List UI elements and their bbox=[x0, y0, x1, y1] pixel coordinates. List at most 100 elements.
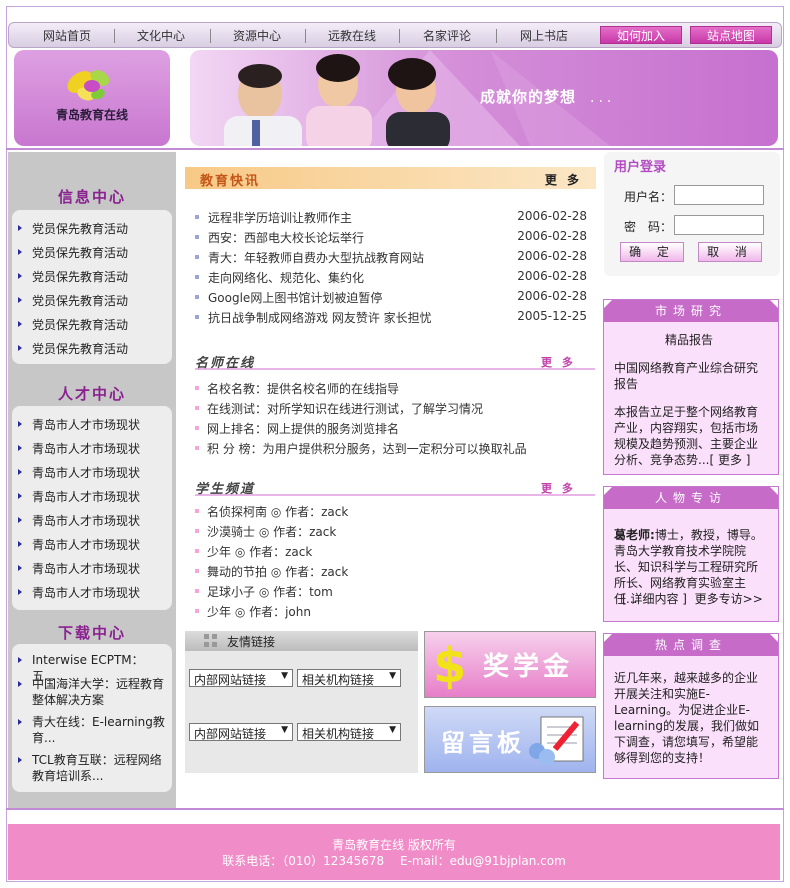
username-label: 用户名： bbox=[624, 190, 673, 204]
password-input[interactable] bbox=[674, 215, 764, 235]
list-item[interactable]: 党员保先教育活动 bbox=[17, 220, 128, 237]
list-item[interactable]: 青岛市人才市场现状 bbox=[17, 464, 140, 481]
info-center-list: 党员保先教育活动 党员保先教育活动 党员保先教育活动 党员保先教育活动 党员保先… bbox=[12, 210, 172, 364]
list-item[interactable]: 少年 ◎ 作者：john bbox=[195, 603, 311, 620]
divider bbox=[6, 808, 784, 810]
list-item[interactable]: 沙漠骑士 ◎ 作者：zack bbox=[195, 523, 336, 540]
list-item[interactable]: 舞动的节拍 ◎ 作者：zack bbox=[195, 563, 348, 580]
join-button[interactable]: 如何加入 bbox=[600, 26, 682, 44]
login-panel: 用户登录 用户名： 密 码： 确 定 取 消 bbox=[604, 152, 780, 276]
list-item[interactable]: 党员保先教育活动 bbox=[17, 244, 128, 261]
download-center-list: Interwise ECPTM：五... 中国海洋大学：远程教育整体解决方案 青… bbox=[12, 644, 172, 792]
market-body: 本报告立足于整个网络教育产业，内容翔实，包括市场规模及趋势预测、主要企业分析、竞… bbox=[614, 405, 759, 467]
list-item[interactable]: 党员保先教育活动 bbox=[17, 268, 128, 285]
related-links-select[interactable]: 相关机构链接 bbox=[297, 669, 401, 687]
grid-dots-icon bbox=[204, 634, 217, 647]
list-item[interactable]: 青岛市人才市场现状 bbox=[17, 440, 140, 457]
interview-links: [ 详细内容 ] 更多专访>> bbox=[614, 591, 764, 607]
news-title: 教育快讯 bbox=[200, 174, 261, 189]
login-confirm-button[interactable]: 确 定 bbox=[620, 242, 684, 262]
market-report-title[interactable]: 中国网络教育产业综合研究报告 bbox=[614, 360, 764, 392]
list-item[interactable]: 青岛市人才市场现状 bbox=[17, 488, 140, 505]
sitemap-button[interactable]: 站点地图 bbox=[690, 26, 772, 44]
info-center-title: 信息中心 bbox=[57, 188, 126, 206]
list-item[interactable]: 网上排名：网上提供的服务浏览排名 bbox=[195, 420, 399, 437]
nav-reviews[interactable]: 名家评论 bbox=[423, 27, 471, 44]
nav-culture[interactable]: 文化中心 bbox=[137, 27, 185, 44]
list-item[interactable]: 积 分 榜：为用户提供积分服务，达到一定积分可以换取礼品 bbox=[195, 440, 527, 457]
download-center-title: 下载中心 bbox=[57, 624, 126, 642]
nav-divider bbox=[399, 29, 400, 43]
footer: 青岛教育在线 版权所有 联系电话：（010）12345678 E-mail：ed… bbox=[8, 824, 780, 880]
market-more-link[interactable]: [ 更多 ] bbox=[709, 453, 750, 467]
dollar-icon: $ bbox=[433, 638, 466, 692]
list-item[interactable]: 党员保先教育活动 bbox=[17, 292, 128, 309]
list-item[interactable]: 青岛市人才市场现状 bbox=[17, 416, 140, 433]
logo-panel[interactable]: 青岛教育在线 bbox=[14, 50, 170, 146]
friend-links-title: 友情链接 bbox=[227, 635, 276, 649]
list-item[interactable]: 在线测试：对所学知识在线进行测试，了解学习情况 bbox=[195, 400, 483, 417]
market-subtitle: 精品报告 bbox=[664, 333, 713, 347]
footer-contact: 联系电话：（010）12345678 E-mail：edu@91bjplan.c… bbox=[222, 854, 566, 868]
list-item[interactable]: 足球小子 ◎ 作者：tom bbox=[195, 583, 333, 600]
banner-slogan: 成就你的梦想 bbox=[480, 88, 577, 106]
username-input[interactable] bbox=[674, 185, 764, 205]
market-research-title: 市场研究 bbox=[604, 300, 778, 322]
friend-links-panel: 友情链接 内部网站链接 相关机构链接 内部网站链接 相关机构链接 bbox=[185, 631, 418, 773]
list-item[interactable]: 党员保先教育活动 bbox=[17, 316, 128, 333]
internal-links-select[interactable]: 内部网站链接 bbox=[189, 669, 293, 687]
list-item[interactable]: 青岛市人才市场现状 bbox=[17, 560, 140, 577]
butterfly-logo-icon bbox=[67, 70, 110, 101]
notepad-pen-icon bbox=[529, 716, 584, 765]
teachers-title: 名师在线 bbox=[195, 356, 256, 371]
students-header: 学生频道 更 多 bbox=[195, 478, 595, 497]
list-item[interactable]: 青岛市人才市场现状 bbox=[17, 536, 140, 553]
login-title: 用户登录 bbox=[614, 160, 667, 175]
friend-links-header: 友情链接 bbox=[185, 631, 418, 651]
nav-divider bbox=[114, 29, 115, 43]
list-item[interactable]: 青大在线：E-learning教育... bbox=[18, 714, 166, 746]
list-item[interactable]: 党员保先教育活动 bbox=[17, 340, 128, 357]
list-item[interactable]: 少年 ◎ 作者：zack bbox=[195, 543, 312, 560]
password-label: 密 码： bbox=[624, 220, 673, 234]
svg-text:$: $ bbox=[433, 638, 466, 692]
survey-box: 热点调查 近几年来，越来越多的企业开展关注和实施E-Learning。为促进企业… bbox=[603, 633, 779, 779]
news-header: 教育快讯 更 多 bbox=[185, 167, 596, 189]
logo-text: 青岛教育在线 bbox=[55, 108, 128, 122]
internal-links-select[interactable]: 内部网站链接 bbox=[189, 723, 293, 741]
survey-title: 热点调查 bbox=[604, 634, 778, 656]
list-item[interactable]: 中国海洋大学：远程教育整体解决方案 bbox=[18, 676, 166, 708]
scholarship-banner[interactable]: $ 奖学金 bbox=[424, 631, 596, 698]
login-cancel-button[interactable]: 取 消 bbox=[698, 242, 762, 262]
guestbook-banner[interactable]: 留言板 bbox=[424, 706, 596, 773]
interview-box: 人物专访 葛老师:博士，教授，博导。青岛大学教育技术学院院长、知识科学与工程研究… bbox=[603, 486, 779, 622]
teachers-header: 名师在线 更 多 bbox=[195, 352, 595, 371]
left-sidebar: 信息中心 党员保先教育活动 党员保先教育活动 党员保先教育活动 党员保先教育活动… bbox=[8, 152, 176, 808]
nav-resources[interactable]: 资源中心 bbox=[233, 27, 281, 44]
list-item[interactable]: TCL教育互联：远程网络教育培训系... bbox=[18, 752, 166, 784]
related-links-select[interactable]: 相关机构链接 bbox=[297, 723, 401, 741]
list-item[interactable]: 名侦探柯南 ◎ 作者：zack bbox=[195, 503, 348, 520]
list-item[interactable]: 青岛市人才市场现状 bbox=[17, 512, 140, 529]
list-item[interactable]: 名校名教：提供名校名师的在线指导 bbox=[195, 380, 399, 397]
scholarship-text: 奖学金 bbox=[483, 652, 574, 682]
nav-distance[interactable]: 远教在线 bbox=[328, 27, 376, 44]
nav-home[interactable]: 网站首页 bbox=[43, 27, 91, 44]
nav-divider bbox=[305, 29, 306, 43]
interview-more-link[interactable]: 更多专访>> bbox=[695, 592, 763, 606]
talent-center-title: 人才中心 bbox=[57, 385, 126, 403]
students-title: 学生频道 bbox=[195, 482, 256, 497]
slogan-dots: ... bbox=[590, 90, 616, 106]
divider bbox=[6, 148, 784, 150]
teachers-more-link[interactable]: 更 多 bbox=[541, 354, 576, 370]
nav-bookstore[interactable]: 网上书店 bbox=[520, 27, 568, 44]
nav-divider bbox=[210, 29, 211, 43]
list-item[interactable]: 青岛市人才市场现状 bbox=[17, 584, 140, 601]
news-more-link[interactable]: 更 多 bbox=[545, 171, 582, 188]
interview-detail-link[interactable]: [ 详细内容 ] bbox=[622, 592, 687, 606]
survey-body[interactable]: 近几年来，越来越多的企业开展关注和实施E-Learning。为促进企业E-lea… bbox=[614, 670, 764, 766]
top-nav: 网站首页 文化中心 资源中心 远教在线 名家评论 网上书店 如何加入 站点地图 bbox=[8, 22, 782, 48]
market-research-box: 市场研究 精品报告 中国网络教育产业综合研究报告 本报告立足于整个网络教育产业，… bbox=[603, 299, 779, 475]
students-more-link[interactable]: 更 多 bbox=[541, 480, 576, 496]
talent-center-list: 青岛市人才市场现状 青岛市人才市场现状 青岛市人才市场现状 青岛市人才市场现状 … bbox=[12, 406, 172, 610]
